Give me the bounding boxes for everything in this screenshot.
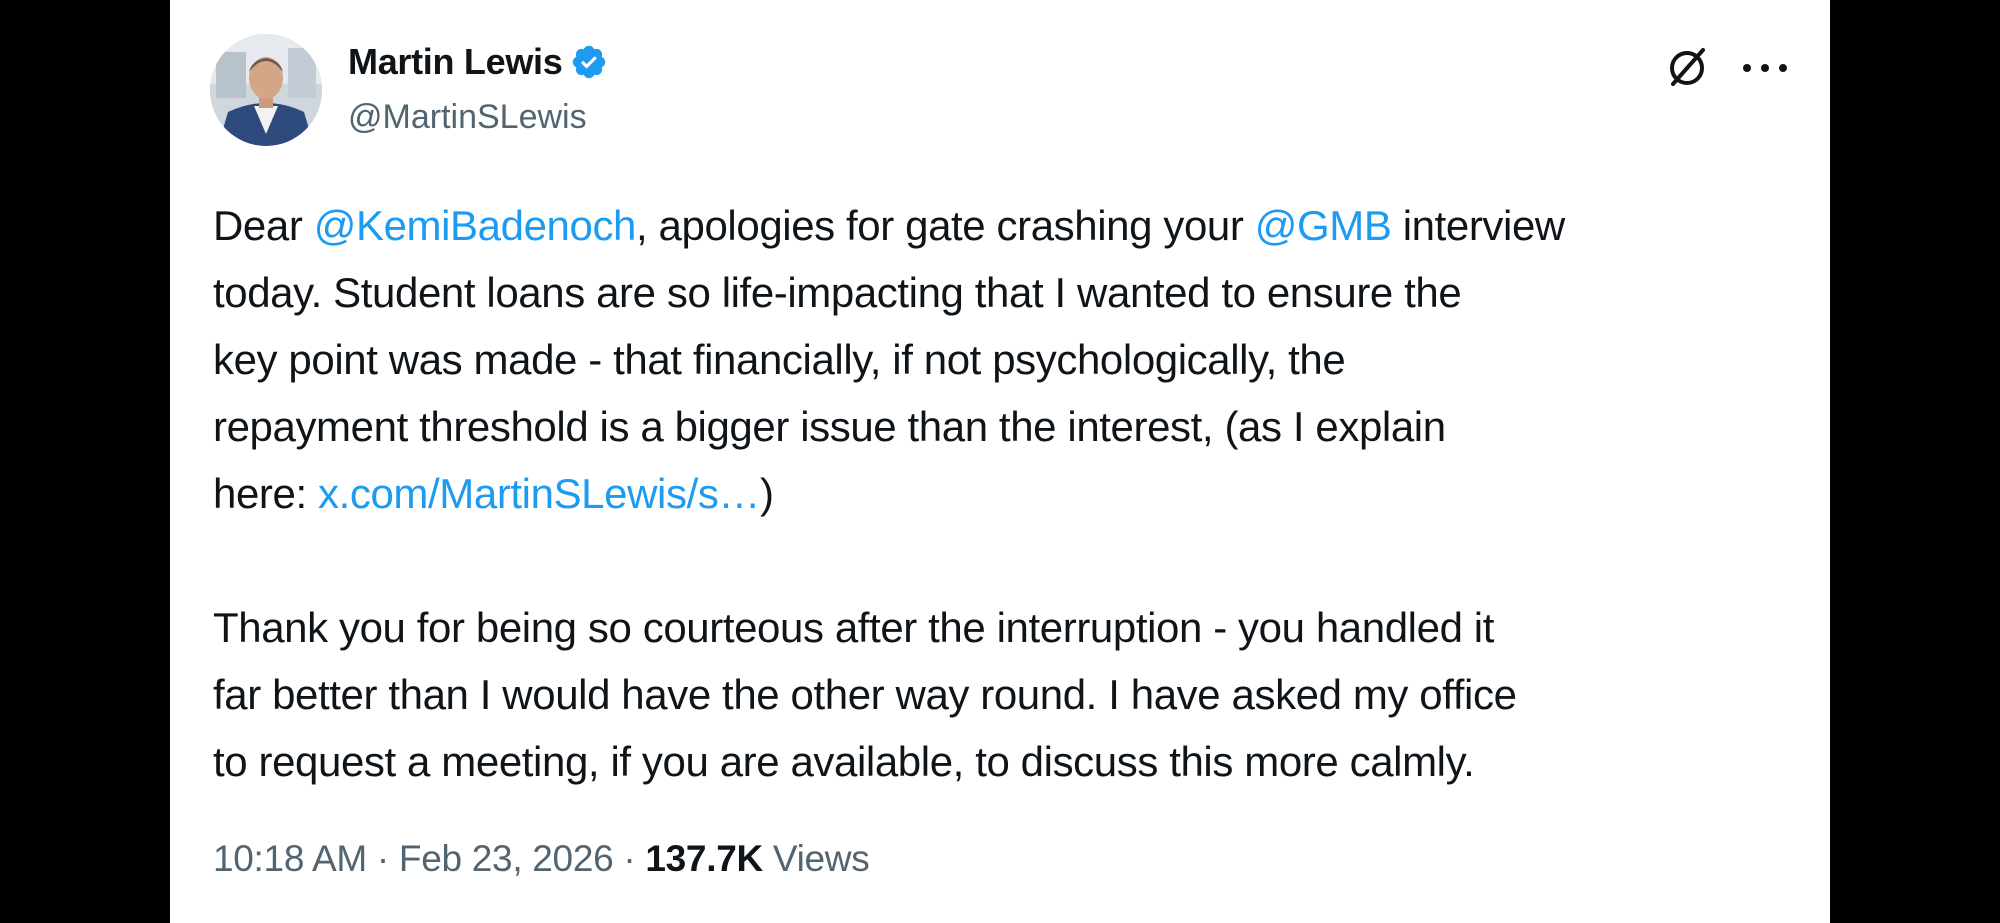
more-dot [1779,64,1787,72]
more-dot [1761,64,1769,72]
tweet-text-fragment: interview [1391,202,1566,249]
tweet-text-fragment: , apologies for gate crashing your [636,202,1255,249]
author-handle[interactable]: @MartinSLewis [348,98,587,137]
tweet-line: to request a meeting, if you are availab… [213,738,1475,785]
tweet-line: key point was made - that financially, i… [213,336,1346,383]
more-options-icon[interactable] [1743,48,1787,88]
avatar-image [210,34,322,146]
tweet-line: repayment threshold is a bigger issue th… [213,403,1446,450]
meta-separator: · [366,838,399,879]
tweet-line: Dear @KemiBadenoch, apologies for gate c… [213,192,1793,259]
tweet-link[interactable]: x.com/MartinSLewis/s… [318,470,760,517]
views-count[interactable]: 137.7K [645,838,763,879]
tweet-text-fragment: Dear [213,202,314,249]
tweet-text-fragment: ) [760,470,774,517]
tweet-line: today. Student loans are so life-impacti… [213,269,1462,316]
verified-badge-icon[interactable] [570,43,608,81]
grok-icon[interactable] [1663,44,1711,92]
author-display-name[interactable]: Martin Lewis [348,41,563,83]
mention-gmb[interactable]: @GMB [1255,202,1392,249]
mention-kemibadenoch[interactable]: @KemiBadenoch [314,202,637,249]
author-name-row: Martin Lewis [348,40,608,84]
tweet-time[interactable]: 10:18 AM [213,838,367,879]
avatar[interactable] [210,34,322,146]
tweet-date[interactable]: Feb 23, 2026 [399,838,614,879]
tweet-text-fragment: here: [213,470,318,517]
meta-separator: · [613,838,646,879]
tweet-text: Dear @KemiBadenoch, apologies for gate c… [213,192,1793,795]
tweet-line: here: x.com/MartinSLewis/s…) [213,460,1793,527]
tweet-line: far better than I would have the other w… [213,671,1517,718]
more-dot [1743,64,1751,72]
tweet-card: Martin Lewis @MartinSLewis Dear @KemiBad… [170,0,1830,923]
tweet-meta: 10:18 AM · Feb 23, 2026 · 137.7K Views [213,838,870,880]
views-label: Views [762,838,870,879]
tweet-line: Thank you for being so courteous after t… [213,604,1494,651]
